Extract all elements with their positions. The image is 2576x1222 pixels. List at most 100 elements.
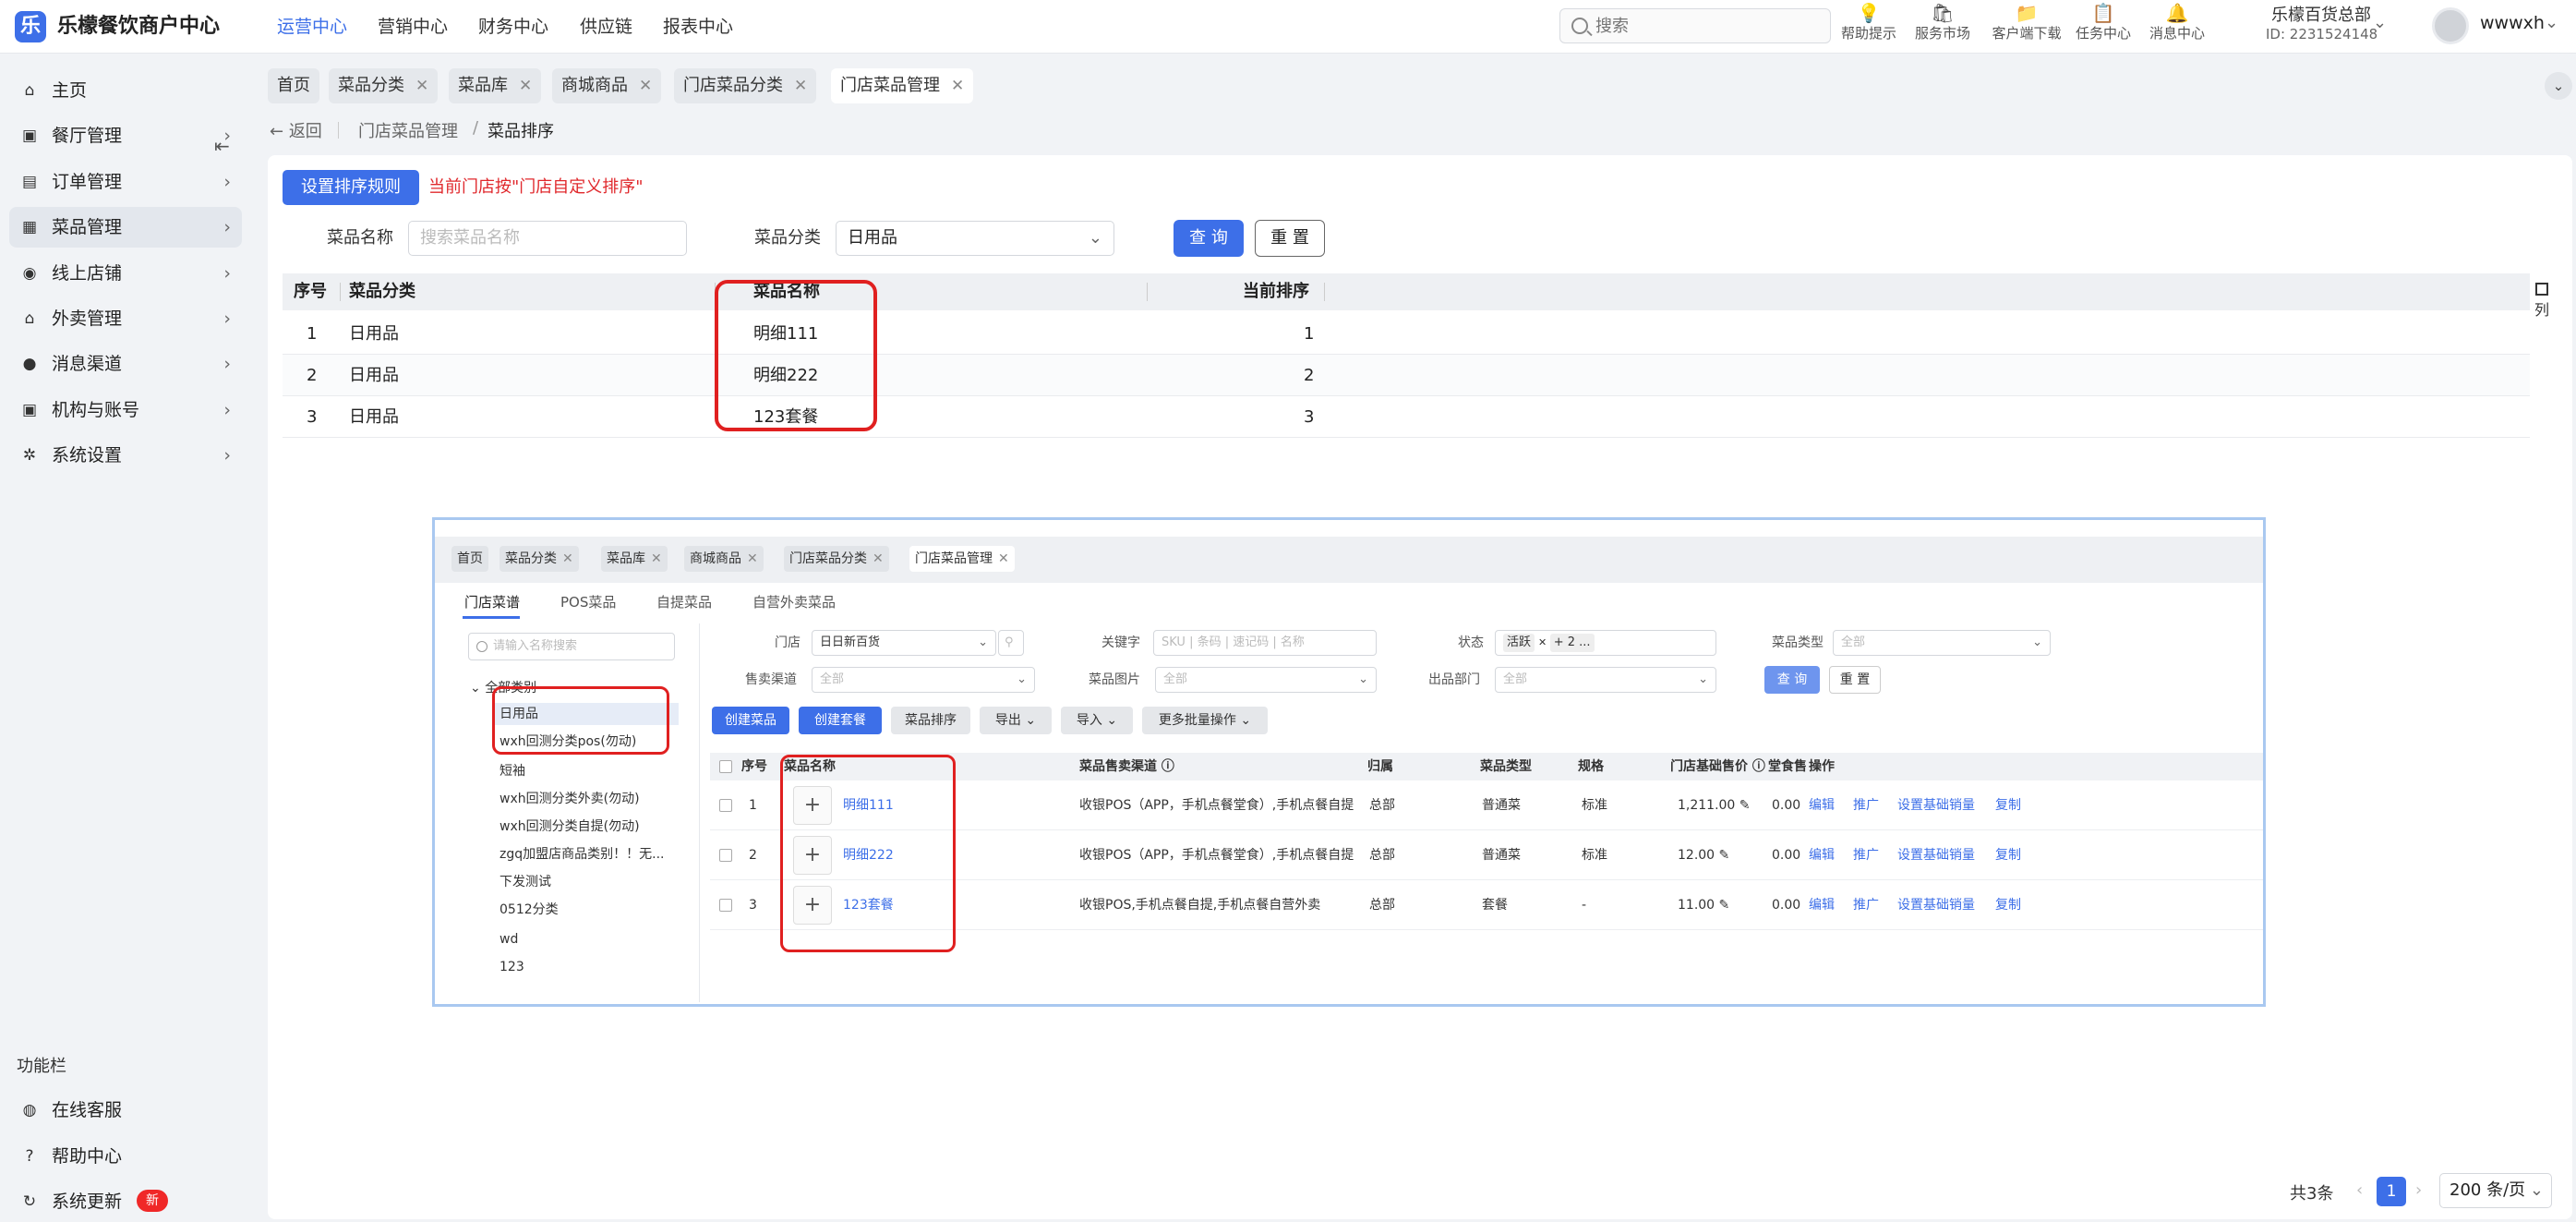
sidebar-item-help-center[interactable]: ? 帮助中心 [9, 1136, 242, 1177]
account-name[interactable]: 乐檬百货总部 [2271, 2, 2371, 26]
tab-dish-category[interactable]: 菜品分类 ✕ [329, 68, 439, 103]
brand-name: 乐檬餐饮商户中心 [57, 15, 221, 38]
function-bar-title: 功能栏 [17, 1057, 66, 1076]
dish-name-input[interactable]: 搜索菜品名称 [408, 221, 687, 256]
tab-store-dish-category[interactable]: 门店菜品分类 ✕ [674, 68, 817, 103]
globe-icon: ◉ [22, 264, 37, 283]
sidebar-item-system-update[interactable]: ↻ 系统更新 [9, 1181, 242, 1222]
inset-export-label: 导出 [994, 713, 1021, 728]
inset-cell-price: 1,211.00 ✎ [1678, 780, 1751, 830]
tab-dish-library[interactable]: 菜品库 ✕ [449, 68, 542, 103]
column-settings-toggle[interactable]: 列 [2534, 283, 2550, 320]
inset-tree-item: 123 [500, 960, 524, 974]
info-icon: ⓘ [1751, 759, 1765, 774]
sidebar-item-message-channel[interactable]: ● 消息渠道 › [9, 344, 242, 384]
sidebar-item-home[interactable]: ⌂ 主页 [9, 70, 242, 111]
sort-rule-note: 当前门店按"门店自定义排序" [428, 177, 644, 197]
topnav-marketing[interactable]: 营销中心 [378, 13, 448, 41]
chevron-left-icon[interactable]: ‹ [2356, 1180, 2363, 1200]
inset-subtab: 自营外卖菜品 [752, 594, 837, 611]
inset-column-header: 归属 [1367, 759, 1393, 774]
sidebar-item-org-account[interactable]: ▣ 机构与账号 › [9, 390, 242, 430]
edit-icon: ✎ [1718, 848, 1730, 863]
tool-label: 帮助提示 [1840, 25, 1896, 42]
sidebar-item-label: 订单管理 [52, 172, 123, 192]
topnav-ops[interactable]: 运营中心 [277, 13, 347, 41]
sidebar-item-label: 机构与账号 [52, 400, 140, 420]
chevron-down-icon: ⌄ [1358, 672, 1368, 686]
query-button[interactable]: 查 询 [1174, 220, 1244, 257]
table-row[interactable]: 2 日用品 明细222 2 [283, 355, 2530, 396]
sidebar-item-settings[interactable]: ✲ 系统设置 › [9, 435, 242, 476]
chevron-down-icon: ⌄ [1698, 672, 1708, 686]
account-id: ID: 2231524148 [2266, 26, 2378, 42]
inset-price-value: 11.00 [1678, 898, 1715, 913]
chevron-right-icon: › [223, 217, 231, 237]
back-link[interactable]: ← 返回 [270, 118, 322, 142]
sidebar-item-label: 帮助中心 [52, 1146, 123, 1167]
sidebar-item-orders[interactable]: ▤ 订单管理 › [9, 162, 242, 202]
order-icon: ▤ [21, 173, 38, 191]
clipboard-icon: 📋 [2091, 2, 2115, 24]
sidebar-item-online-service[interactable]: ◍ 在线客服 [9, 1090, 242, 1131]
inset-op-copy: 复制 [1995, 798, 2021, 813]
chevron-right-icon: › [223, 400, 231, 420]
tab-label: 门店菜品分类 [683, 76, 783, 95]
breadcrumb-parent[interactable]: 门店菜品管理 [358, 118, 458, 142]
chevron-right-icon[interactable]: › [2415, 1180, 2422, 1200]
page-size-select[interactable]: 200 条/页 ⌄ [2439, 1173, 2552, 1208]
page-button[interactable]: 1 [2377, 1177, 2406, 1206]
reset-button[interactable]: 重 置 [1255, 220, 1325, 257]
tool-message-center[interactable]: 🔔 消息中心 [2140, 2, 2214, 42]
sidebar-item-restaurant[interactable]: ▣ 餐厅管理 › [9, 115, 242, 156]
chevron-right-icon: › [223, 445, 231, 466]
inset-price-value: 1,211.00 [1678, 798, 1736, 813]
tool-client-download[interactable]: 📁 客户端下载 [1987, 2, 2066, 42]
tab-store-dish-management[interactable]: 门店菜品管理 ✕ [831, 68, 974, 103]
tab-home[interactable]: 首页 [268, 68, 319, 103]
tool-service-market[interactable]: 🛍 服务市场 [1906, 2, 1980, 42]
table-row[interactable]: 3 日用品 123套餐 3 [283, 396, 2530, 438]
search-input[interactable] [1595, 15, 1817, 37]
close-icon[interactable]: ✕ [951, 77, 964, 95]
tab-mall-goods[interactable]: 商城商品 ✕ [552, 68, 662, 103]
category-select[interactable]: 日用品 ⌄ [836, 221, 1114, 256]
topnav-supply[interactable]: 供应链 [580, 13, 632, 41]
close-icon[interactable]: ✕ [639, 77, 652, 95]
inset-create-dish-button: 创建菜品 [712, 707, 789, 734]
edit-icon: ✎ [1718, 898, 1730, 913]
user-name[interactable]: wwwxh [2480, 13, 2545, 33]
inset-channel-label: 售卖渠道 [745, 672, 797, 687]
inset-tree-item: 短袖 [500, 764, 525, 779]
inset-column-header: 堂食售 [1768, 759, 1807, 774]
table-row[interactable]: 1 日用品 明细111 1 [283, 313, 2530, 355]
chevron-down-icon[interactable]: ⌄ [2373, 13, 2387, 32]
search-box[interactable] [1559, 8, 1831, 43]
chevron-down-icon[interactable]: ⌄ [2545, 72, 2572, 100]
sidebar-item-label: 系统更新 [52, 1192, 123, 1212]
highlight-annotation [492, 686, 669, 755]
inset-status-more: + 2 ... [1549, 634, 1595, 652]
sidebar-item-delivery[interactable]: ⌂ 外卖管理 › [9, 298, 242, 339]
set-sort-rule-button[interactable]: 设置排序规则 [283, 170, 419, 205]
tool-help-tips[interactable]: 💡 帮助提示 [1832, 2, 1906, 42]
topnav-reports[interactable]: 报表中心 [663, 13, 733, 41]
chevron-down-icon: ⌄ [978, 635, 988, 649]
close-icon[interactable]: ✕ [415, 77, 428, 95]
inset-tree-search: 请输入名称搜索 [468, 633, 675, 660]
close-icon[interactable]: ✕ [794, 77, 807, 95]
close-icon: ✕ [873, 551, 884, 566]
avatar[interactable] [2432, 7, 2469, 44]
chevron-down-icon[interactable]: ⌄ [2545, 13, 2558, 32]
tool-label: 消息中心 [2149, 25, 2205, 42]
tool-task-center[interactable]: 📋 任务中心 [2066, 2, 2140, 42]
inset-cell-channel: 收银POS（APP，手机点餐堂食）,手机点餐自提 [1079, 848, 1354, 863]
category-select-value: 日用品 [848, 228, 897, 248]
topnav-finance[interactable]: 财务中心 [478, 13, 548, 41]
sidebar-item-dishes[interactable]: ▦ 菜品管理 › [9, 207, 242, 248]
sidebar-item-online-store[interactable]: ◉ 线上店铺 › [9, 253, 242, 294]
columns-icon [2535, 283, 2548, 296]
divider [1147, 283, 1148, 301]
inset-subtab: 门店菜谱 [464, 594, 521, 611]
close-icon[interactable]: ✕ [519, 77, 532, 95]
